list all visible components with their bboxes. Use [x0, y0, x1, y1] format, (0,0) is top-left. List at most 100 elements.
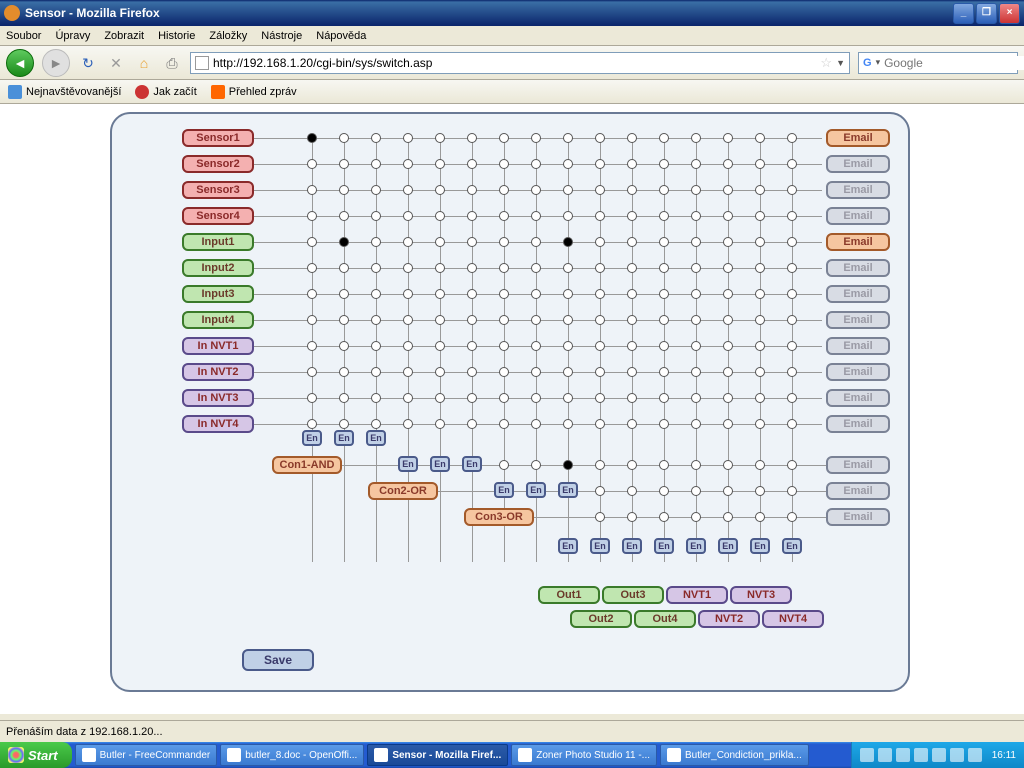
node-6-6[interactable]	[499, 289, 509, 299]
out-label-NVT3[interactable]: NVT3	[730, 586, 792, 604]
node-4-10[interactable]	[627, 237, 637, 247]
node-6-15[interactable]	[787, 289, 797, 299]
node-11-3[interactable]	[403, 419, 413, 429]
node-14-9[interactable]	[595, 512, 605, 522]
email-button-Input4[interactable]: Email	[826, 311, 890, 329]
node-7-11[interactable]	[659, 315, 669, 325]
node-1-7[interactable]	[531, 159, 541, 169]
bookmark-getting-started[interactable]: Jak začít	[135, 85, 196, 99]
url-dropdown-icon[interactable]: ▼	[836, 58, 845, 68]
node-5-9[interactable]	[595, 263, 605, 273]
node-9-9[interactable]	[595, 367, 605, 377]
back-button[interactable]: ◄	[6, 49, 34, 77]
en-button-Con1-AND-0[interactable]: En	[302, 430, 322, 446]
node-2-10[interactable]	[627, 185, 637, 195]
en-button-Con3-OR-7[interactable]: En	[526, 482, 546, 498]
node-0-4[interactable]	[435, 133, 445, 143]
node-7-7[interactable]	[531, 315, 541, 325]
menu-napoveda[interactable]: Nápověda	[316, 30, 366, 42]
email-button-In NVT2[interactable]: Email	[826, 363, 890, 381]
node-9-2[interactable]	[371, 367, 381, 377]
node-1-10[interactable]	[627, 159, 637, 169]
node-1-5[interactable]	[467, 159, 477, 169]
node-1-12[interactable]	[691, 159, 701, 169]
out-label-NVT1[interactable]: NVT1	[666, 586, 728, 604]
bookmark-most-visited[interactable]: Nejnavštěvovanější	[8, 85, 121, 99]
node-4-12[interactable]	[691, 237, 701, 247]
node-3-11[interactable]	[659, 211, 669, 221]
node-6-1[interactable]	[339, 289, 349, 299]
en-button-Con1-AND-2[interactable]: En	[366, 430, 386, 446]
en-button-out-9[interactable]: En	[590, 538, 610, 554]
node-4-13[interactable]	[723, 237, 733, 247]
email-button-Input2[interactable]: Email	[826, 259, 890, 277]
node-9-12[interactable]	[691, 367, 701, 377]
node-11-13[interactable]	[723, 419, 733, 429]
node-10-6[interactable]	[499, 393, 509, 403]
menu-soubor[interactable]: Soubor	[6, 30, 41, 42]
bookmark-star-icon[interactable]: ☆	[820, 55, 832, 71]
node-2-0[interactable]	[307, 185, 317, 195]
node-14-12[interactable]	[691, 512, 701, 522]
node-2-1[interactable]	[339, 185, 349, 195]
node-1-1[interactable]	[339, 159, 349, 169]
en-button-out-8[interactable]: En	[558, 538, 578, 554]
en-button-Con2-OR-4[interactable]: En	[430, 456, 450, 472]
node-11-14[interactable]	[755, 419, 765, 429]
row-label-Input1[interactable]: Input1	[182, 233, 254, 251]
node-14-11[interactable]	[659, 512, 669, 522]
node-1-0[interactable]	[307, 159, 317, 169]
node-7-3[interactable]	[403, 315, 413, 325]
node-13-10[interactable]	[627, 486, 637, 496]
node-6-3[interactable]	[403, 289, 413, 299]
node-0-5[interactable]	[467, 133, 477, 143]
node-3-4[interactable]	[435, 211, 445, 221]
node-3-8[interactable]	[563, 211, 573, 221]
node-0-2[interactable]	[371, 133, 381, 143]
out-label-Out2[interactable]: Out2	[570, 610, 632, 628]
node-11-15[interactable]	[787, 419, 797, 429]
email-button-Sensor1[interactable]: Email	[826, 129, 890, 147]
forward-button[interactable]: ►	[42, 49, 70, 77]
node-4-2[interactable]	[371, 237, 381, 247]
node-9-10[interactable]	[627, 367, 637, 377]
close-button[interactable]: ×	[999, 3, 1020, 24]
node-12-12[interactable]	[691, 460, 701, 470]
node-7-0[interactable]	[307, 315, 317, 325]
node-7-4[interactable]	[435, 315, 445, 325]
menu-historie[interactable]: Historie	[158, 30, 195, 42]
task-openoffice[interactable]: butler_8.doc - OpenOffi...	[220, 744, 364, 766]
node-1-4[interactable]	[435, 159, 445, 169]
node-10-13[interactable]	[723, 393, 733, 403]
node-2-11[interactable]	[659, 185, 669, 195]
row-label-Sensor4[interactable]: Sensor4	[182, 207, 254, 225]
node-5-2[interactable]	[371, 263, 381, 273]
node-12-15[interactable]	[787, 460, 797, 470]
node-6-2[interactable]	[371, 289, 381, 299]
node-4-14[interactable]	[755, 237, 765, 247]
node-0-7[interactable]	[531, 133, 541, 143]
node-0-3[interactable]	[403, 133, 413, 143]
node-4-3[interactable]	[403, 237, 413, 247]
node-4-1[interactable]	[339, 237, 349, 247]
node-1-9[interactable]	[595, 159, 605, 169]
node-9-1[interactable]	[339, 367, 349, 377]
node-3-10[interactable]	[627, 211, 637, 221]
node-2-6[interactable]	[499, 185, 509, 195]
node-2-2[interactable]	[371, 185, 381, 195]
node-6-7[interactable]	[531, 289, 541, 299]
node-5-1[interactable]	[339, 263, 349, 273]
node-8-13[interactable]	[723, 341, 733, 351]
node-3-12[interactable]	[691, 211, 701, 221]
email-button-Sensor2[interactable]: Email	[826, 155, 890, 173]
node-0-1[interactable]	[339, 133, 349, 143]
node-4-8[interactable]	[563, 237, 573, 247]
node-8-9[interactable]	[595, 341, 605, 351]
node-9-8[interactable]	[563, 367, 573, 377]
node-12-8[interactable]	[563, 460, 573, 470]
tray-icon[interactable]	[878, 748, 892, 762]
node-10-14[interactable]	[755, 393, 765, 403]
node-7-14[interactable]	[755, 315, 765, 325]
con-label-Con1-AND[interactable]: Con1-AND	[272, 456, 342, 474]
node-13-15[interactable]	[787, 486, 797, 496]
